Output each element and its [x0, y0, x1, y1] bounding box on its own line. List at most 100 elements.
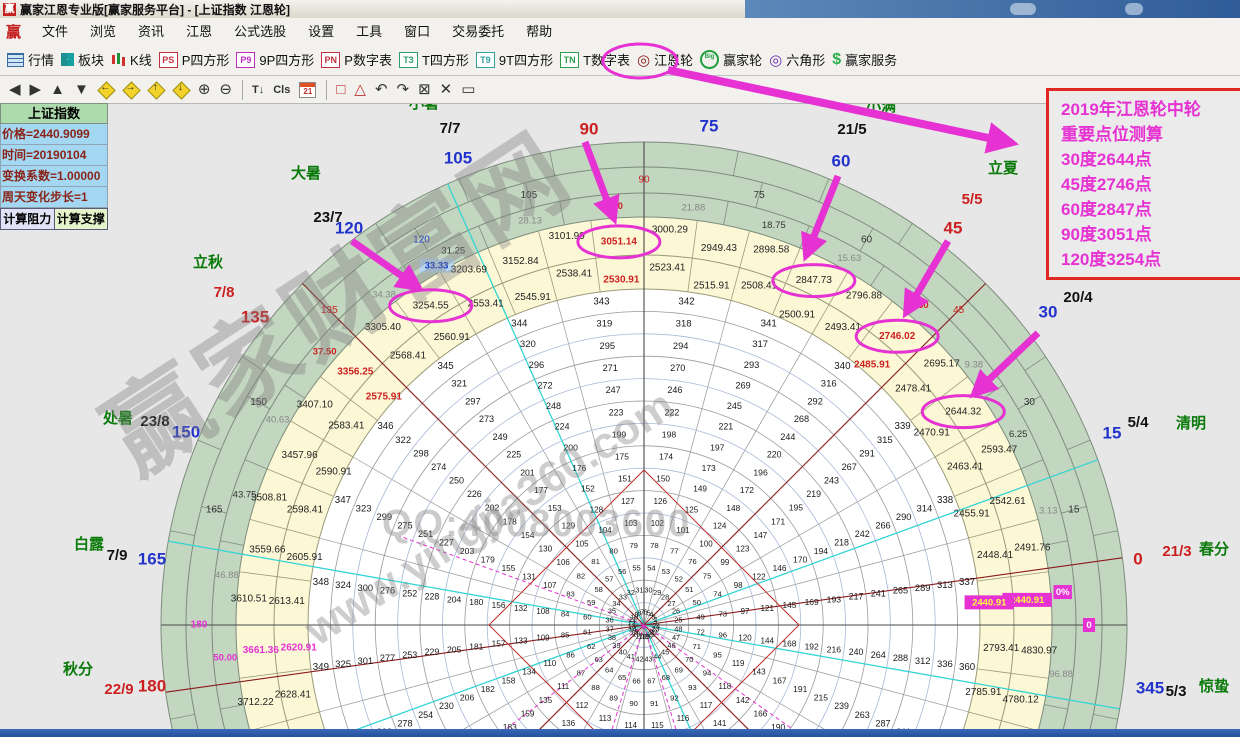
- hexagon-icon: ◎: [769, 51, 782, 69]
- rotate-ccw-icon[interactable]: ↶: [375, 79, 388, 101]
- menu-item-工具[interactable]: 工具: [345, 24, 393, 39]
- instrument-params: 价格=2440.9099时间=20190104变换系数=1.00000周天变化步…: [0, 124, 108, 208]
- toolbar-item-行情[interactable]: 行情: [7, 50, 54, 69]
- toolbar-item-T数字表[interactable]: TNT数字表: [560, 50, 630, 69]
- instrument-info-panel: 上证指数 价格=2440.9099时间=20190104变换系数=1.00000…: [0, 103, 108, 230]
- param-row-3: 周天变化步长=1: [0, 187, 108, 208]
- button-计算支撑[interactable]: 计算支撑: [55, 208, 109, 230]
- title-bar-right: [745, 0, 1240, 18]
- badge-icon: PN: [321, 52, 340, 68]
- annotation-box: 2019年江恩轮中轮重要点位测算30度2644点45度2746点60度2847点…: [1046, 88, 1240, 280]
- menu-item-浏览[interactable]: 浏览: [79, 24, 127, 39]
- toolbar-label: 赢家轮: [723, 50, 762, 69]
- main-toolbar: 行情 板块 K线 PSP四方形 P99P四方形 PNP数字表 T3T四方形 T99T四方形 TN…: [0, 44, 1240, 76]
- cross-move-icon[interactable]: ✕: [440, 79, 453, 101]
- toolbar-item-9P四方形[interactable]: P99P四方形: [236, 50, 314, 69]
- down-arrow-icon[interactable]: ▼: [74, 79, 89, 101]
- annotation-line-0: 2019年江恩轮中轮: [1061, 97, 1240, 122]
- toolbar-item-赢家服务[interactable]: $赢家服务: [832, 50, 897, 69]
- toolbar-item-P四方形[interactable]: PSP四方形: [159, 50, 230, 69]
- toolbar-item-T四方形[interactable]: T3T四方形: [399, 50, 469, 69]
- prev-arrow-icon[interactable]: ◀: [9, 79, 21, 101]
- annotation-line-5: 90度3051点: [1061, 222, 1240, 247]
- badge-icon: PS: [159, 52, 178, 68]
- title-bar: 赢 赢家江恩专业版[赢家服务平台] - [上证指数 江恩轮]: [0, 0, 1240, 19]
- badge-icon: TN: [560, 52, 579, 68]
- box-select-icon[interactable]: ⊠: [418, 79, 431, 101]
- blocks-icon: [61, 53, 74, 66]
- toolbar-label: K线: [130, 50, 152, 69]
- board-icon[interactable]: ▭: [461, 79, 475, 101]
- badge-icon: T9: [476, 52, 495, 68]
- up-arrow-icon[interactable]: ▲: [50, 79, 65, 101]
- menu-bar: 赢 文件浏览资讯江恩公式选股设置工具窗口交易委托帮助: [0, 18, 1240, 45]
- annotation-line-2: 30度2644点: [1061, 147, 1240, 172]
- param-row-1: 时间=20190104: [0, 145, 108, 166]
- calendar-icon[interactable]: 21: [299, 82, 316, 98]
- toolbar-item-P数字表[interactable]: PNP数字表: [321, 50, 392, 69]
- toolbar-label: 行情: [28, 50, 54, 69]
- toolbar-label: T四方形: [422, 50, 469, 69]
- annotation-line-3: 45度2746点: [1061, 172, 1240, 197]
- toolbar-label: 赢家服务: [845, 50, 897, 69]
- service-icon: $: [832, 51, 841, 69]
- diamond-up-icon[interactable]: ↑: [147, 81, 164, 98]
- kline-icon: [111, 53, 126, 67]
- menu-logo-icon: 赢: [6, 21, 21, 42]
- toolbar-item-江恩轮[interactable]: ◎江恩轮: [637, 50, 693, 69]
- window-title: 赢家江恩专业版[赢家服务平台] - [上证指数 江恩轮]: [20, 1, 290, 18]
- taskbar-edge: [0, 729, 1240, 737]
- toolbar-item-K线[interactable]: K线: [111, 50, 152, 69]
- diamond-right-icon[interactable]: →: [122, 81, 139, 98]
- app-window: 赢 赢家江恩专业版[赢家服务平台] - [上证指数 江恩轮] 赢 文件浏览资讯江…: [0, 0, 1240, 737]
- toolbar-label: 9P四方形: [259, 50, 314, 69]
- gann-wheel-icon: ◎: [637, 51, 650, 69]
- annotation-line-4: 60度2847点: [1061, 197, 1240, 222]
- rect-tool-icon[interactable]: □: [336, 79, 345, 101]
- triangle-tool-icon[interactable]: △: [354, 79, 366, 101]
- cls-button[interactable]: Cls: [273, 79, 290, 101]
- menu-items: 文件浏览资讯江恩公式选股设置工具窗口交易委托帮助: [31, 21, 563, 41]
- button-计算阻力[interactable]: 计算阻力: [0, 208, 55, 230]
- annotation-line-6: 120度3254点: [1061, 247, 1240, 272]
- toolbar-label: T数字表: [583, 50, 630, 69]
- toolbar-label: 板块: [78, 50, 104, 69]
- decoration: [1010, 3, 1036, 15]
- param-row-2: 变换系数=1.00000: [0, 166, 108, 187]
- toolbar-separator: [242, 80, 243, 100]
- toolbar-label: P四方形: [182, 50, 230, 69]
- next-arrow-icon[interactable]: ▶: [30, 79, 42, 101]
- zoom-out-icon[interactable]: ⊖: [219, 79, 232, 101]
- badge-icon: P9: [236, 52, 255, 68]
- diamond-left-icon[interactable]: ←: [97, 81, 114, 98]
- menu-item-江恩[interactable]: 江恩: [175, 24, 223, 39]
- param-row-0: 价格=2440.9099: [0, 124, 108, 145]
- price-scale-icon[interactable]: T↓: [252, 79, 264, 101]
- zoom-in-icon[interactable]: ⊕: [198, 79, 211, 101]
- menu-item-帮助[interactable]: 帮助: [515, 24, 563, 39]
- toolbar-item-赢家轮[interactable]: Big赢家轮: [700, 50, 762, 69]
- menu-item-设置[interactable]: 设置: [297, 24, 345, 39]
- panel-buttons: 计算阻力计算支撑: [0, 208, 108, 230]
- rotate-cw-icon[interactable]: ↷: [397, 79, 410, 101]
- title-bar-left: 赢 赢家江恩专业版[赢家服务平台] - [上证指数 江恩轮]: [0, 0, 745, 18]
- toolbar-item-9T四方形[interactable]: T99T四方形: [476, 50, 553, 69]
- toolbar-item-六角形[interactable]: ◎六角形: [769, 50, 825, 69]
- toolbar-separator: [326, 80, 327, 100]
- diamond-down-icon[interactable]: ↓: [172, 81, 189, 98]
- toolbar-label: P数字表: [344, 50, 392, 69]
- menu-item-文件[interactable]: 文件: [31, 24, 79, 39]
- quote-table-icon: [7, 53, 24, 67]
- instrument-name: 上证指数: [0, 103, 108, 124]
- toolbar-item-板块[interactable]: 板块: [61, 50, 104, 69]
- decoration: [1125, 3, 1143, 15]
- menu-item-公式选股[interactable]: 公式选股: [223, 24, 297, 39]
- toolbar-label: 江恩轮: [654, 50, 693, 69]
- menu-item-窗口[interactable]: 窗口: [393, 24, 441, 39]
- menu-item-交易委托[interactable]: 交易委托: [441, 24, 515, 39]
- annotation-line-1: 重要点位测算: [1061, 122, 1240, 147]
- menu-item-资讯[interactable]: 资讯: [127, 24, 175, 39]
- winner-wheel-icon: Big: [700, 50, 719, 69]
- toolbar-label: 六角形: [786, 50, 825, 69]
- toolbar-label: 9T四方形: [499, 50, 553, 69]
